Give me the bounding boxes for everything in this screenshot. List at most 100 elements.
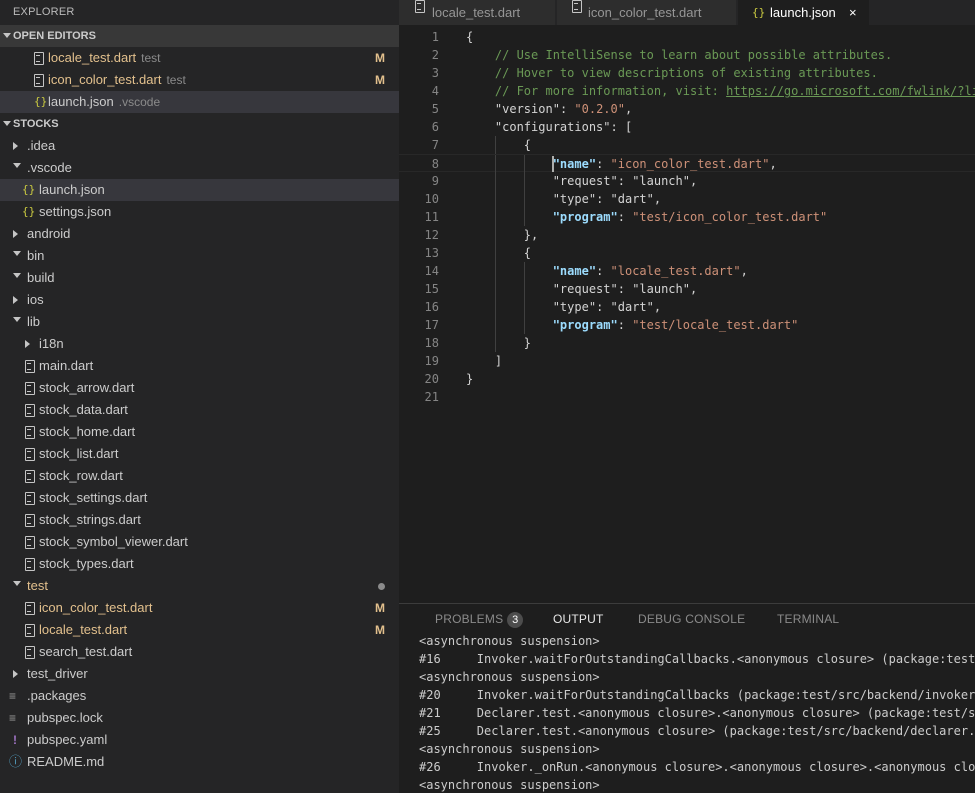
- tree-folder[interactable]: bin: [0, 245, 399, 267]
- line-number: 11: [424, 210, 439, 224]
- output-line: #26 Invoker._onRun.<anonymous closure>.<…: [419, 760, 975, 774]
- line-number: 8: [431, 157, 439, 171]
- tree-file[interactable]: locale_test.dart M: [0, 619, 399, 641]
- tree-file[interactable]: ! pubspec.yaml: [0, 729, 399, 751]
- dart-file-icon: [25, 492, 35, 505]
- tree-file[interactable]: icon_color_test.dart M: [0, 597, 399, 619]
- dart-file-icon: [25, 624, 35, 637]
- output-log[interactable]: <asynchronous suspension> #16 Invoker.wai…: [419, 632, 975, 793]
- tree-file[interactable]: {} launch.json: [0, 179, 399, 201]
- code-token: :: [559, 102, 575, 116]
- tree-file[interactable]: ⓘ README.md: [0, 751, 399, 773]
- tree-item-label: launch.json: [39, 182, 105, 197]
- chevron-down-icon: [3, 121, 11, 126]
- tab-output[interactable]: OUTPUT: [553, 612, 604, 626]
- info-icon: ⓘ: [9, 754, 23, 769]
- text-cursor: [552, 156, 554, 172]
- chevron-down-icon: [13, 581, 21, 586]
- tab-launch-json[interactable]: {} launch.json ×: [738, 0, 870, 25]
- tab-locale-test[interactable]: locale_test.dart: [399, 0, 556, 25]
- code-text: },: [466, 226, 538, 244]
- open-editor-item[interactable]: {} launch.json .vscode: [0, 91, 399, 113]
- tree-file[interactable]: stock_list.dart: [0, 443, 399, 465]
- open-editor-item[interactable]: icon_color_test.dart test M: [0, 69, 399, 91]
- code-text: // For more information, visit: https://…: [466, 82, 975, 100]
- chevron-right-icon: [13, 230, 18, 238]
- tab-icon-color-test[interactable]: icon_color_test.dart: [557, 0, 737, 25]
- open-editors-header[interactable]: OPEN EDITORS: [0, 25, 399, 47]
- tree-folder[interactable]: .idea: [0, 135, 399, 157]
- tree-folder[interactable]: android: [0, 223, 399, 245]
- tree-file[interactable]: ≡ pubspec.lock: [0, 707, 399, 729]
- tree-folder[interactable]: i18n: [0, 333, 399, 355]
- tree-file[interactable]: stock_symbol_viewer.dart: [0, 531, 399, 553]
- code-token: "test/icon_color_test.dart": [632, 210, 828, 224]
- code-text: }: [466, 370, 473, 388]
- tree-item-label: pubspec.lock: [27, 710, 103, 725]
- tree-file[interactable]: ≡ .packages: [0, 685, 399, 707]
- line-number: 19: [424, 354, 439, 368]
- text-file-icon: ≡: [9, 711, 17, 725]
- project-header[interactable]: STOCKS: [0, 113, 399, 135]
- tree-file[interactable]: main.dart: [0, 355, 399, 377]
- code-token: ,: [653, 300, 662, 314]
- modified-badge: M: [375, 73, 385, 87]
- code-token: // Use IntelliSense to learn about possi…: [494, 48, 893, 62]
- tree-item-label: .vscode: [27, 160, 72, 175]
- tree-file[interactable]: stock_arrow.dart: [0, 377, 399, 399]
- bottom-panel: PROBLEMS 3 OUTPUT DEBUG CONSOLE TERMINAL …: [399, 603, 975, 793]
- tree-file[interactable]: stock_data.dart: [0, 399, 399, 421]
- chevron-down-icon: [13, 251, 21, 256]
- tree-file[interactable]: stock_row.dart: [0, 465, 399, 487]
- dart-file-icon: [25, 360, 35, 373]
- dart-file-icon: [415, 0, 425, 13]
- tree-file[interactable]: stock_settings.dart: [0, 487, 399, 509]
- tree-item-label: build: [27, 270, 55, 285]
- dart-file-icon: [25, 404, 35, 417]
- code-text: "version": "0.2.0",: [466, 100, 632, 118]
- code-token: :: [596, 157, 611, 171]
- code-token: "dart": [610, 192, 654, 206]
- close-icon[interactable]: ×: [849, 0, 857, 25]
- tree-folder[interactable]: lib: [0, 311, 399, 333]
- problems-count-badge: 3: [507, 612, 524, 628]
- code-editor[interactable]: 1{2 // Use IntelliSense to learn about p…: [399, 25, 975, 603]
- code-line: 11 "program": "test/icon_color_test.dart…: [399, 208, 975, 226]
- code-text: {: [466, 136, 531, 154]
- tree-item-label: .packages: [27, 688, 87, 703]
- tab-terminal[interactable]: TERMINAL: [777, 612, 839, 626]
- tree-folder[interactable]: ios: [0, 289, 399, 311]
- line-number: 6: [431, 120, 439, 134]
- tree-folder[interactable]: test_driver: [0, 663, 399, 685]
- code-token: {: [466, 30, 474, 44]
- file-folder-hint: test: [141, 51, 161, 65]
- tree-item-label: stock_strings.dart: [39, 512, 141, 527]
- tree-item-label: settings.json: [39, 204, 112, 219]
- open-editor-item[interactable]: locale_test.dart test M: [0, 47, 399, 69]
- tree-folder[interactable]: test: [0, 575, 399, 597]
- code-line: 8 "name": "icon_color_test.dart",: [399, 154, 975, 173]
- code-token: "launch": [632, 282, 690, 296]
- tree-folder[interactable]: build: [0, 267, 399, 289]
- code-text: // Use IntelliSense to learn about possi…: [466, 46, 892, 64]
- code-line: 18 }: [399, 334, 975, 352]
- tree-file[interactable]: stock_strings.dart: [0, 509, 399, 531]
- tab-debug-console[interactable]: DEBUG CONSOLE: [638, 612, 745, 626]
- modified-dot-icon: [378, 583, 385, 590]
- tree-folder[interactable]: .vscode: [0, 157, 399, 179]
- code-text: "request": "launch",: [466, 280, 698, 298]
- tree-item-label: pubspec.yaml: [27, 732, 108, 747]
- tree-file[interactable]: stock_types.dart: [0, 553, 399, 575]
- tree-file[interactable]: stock_home.dart: [0, 421, 399, 443]
- tree-item-label: stock_arrow.dart: [39, 380, 135, 395]
- line-number: 10: [424, 192, 439, 206]
- code-text: "configurations": [: [466, 118, 632, 136]
- tab-problems[interactable]: PROBLEMS 3: [435, 612, 524, 628]
- tree-file[interactable]: {} settings.json: [0, 201, 399, 223]
- tree-file[interactable]: search_test.dart: [0, 641, 399, 663]
- code-token: "locale_test.dart": [610, 264, 741, 278]
